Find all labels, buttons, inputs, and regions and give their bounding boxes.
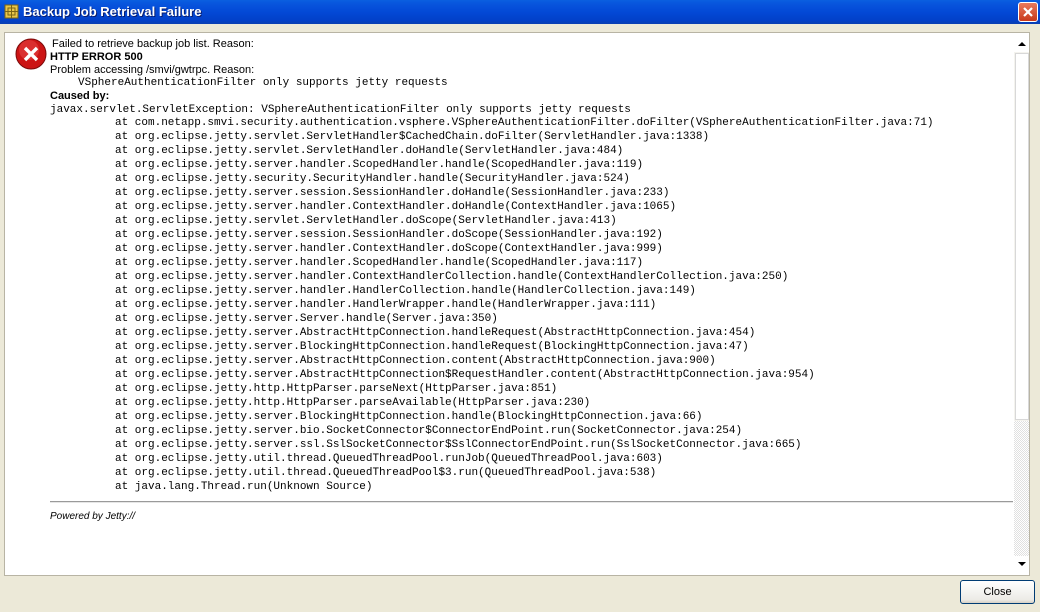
stack-trace-line: at org.eclipse.jetty.server.handler.Hand… [115,285,696,297]
close-button[interactable]: Close [960,580,1035,604]
stack-trace-line: at org.eclipse.jetty.server.handler.Cont… [115,201,677,213]
vertical-scrollbar[interactable] [1014,36,1029,572]
stack-trace-line: at org.eclipse.jetty.util.thread.QueuedT… [115,453,663,465]
vm-icon [4,4,19,19]
stack-trace-line: at org.eclipse.jetty.servlet.ServletHand… [115,131,710,143]
scroll-up-button[interactable] [1014,36,1029,52]
stack-trace-line: at org.eclipse.jetty.server.bio.SocketCo… [115,425,743,437]
stack-trace-line: at org.eclipse.jetty.http.HttpParser.par… [115,397,591,409]
exception-text: javax.servlet.ServletException: VSphereA… [50,104,631,116]
stack-trace-line: at org.eclipse.jetty.server.AbstractHttp… [115,327,756,339]
powered-by-footer: Powered by Jetty:// [50,511,136,522]
stack-trace-line: at org.eclipse.jetty.server.BlockingHttp… [115,341,749,353]
stack-trace-line: at org.eclipse.jetty.servlet.ServletHand… [115,145,624,157]
window-title: Backup Job Retrieval Failure [23,4,202,19]
arrow-down-icon [1018,562,1026,566]
stack-trace-line: at org.eclipse.jetty.http.HttpParser.par… [115,383,558,395]
dialog-window: Backup Job Retrieval Failure Failed to r… [0,0,1040,612]
stack-trace-line: at org.eclipse.jetty.server.handler.Cont… [115,271,789,283]
problem-accessing-text: Problem accessing /smvi/gwtrpc. Reason: [50,64,255,76]
stack-trace-line: at org.eclipse.jetty.server.Server.handl… [115,313,498,325]
close-icon [1023,7,1033,17]
stack-trace-line: at org.eclipse.jetty.server.handler.Scop… [115,159,644,171]
stack-trace-line: at java.lang.Thread.run(Unknown Source) [115,481,373,493]
stack-trace-line: at org.eclipse.jetty.util.thread.QueuedT… [115,467,657,479]
title-close-button[interactable] [1018,2,1038,22]
arrow-up-icon [1018,42,1026,46]
stack-trace-line: at org.eclipse.jetty.server.session.Sess… [115,229,663,241]
http-error-heading: HTTP ERROR 500 [50,51,143,63]
stack-trace-line: at org.eclipse.jetty.server.session.Sess… [115,187,670,199]
scroll-track[interactable] [1014,421,1029,556]
stack-trace-line: at org.eclipse.jetty.server.handler.Scop… [115,257,644,269]
title-bar[interactable]: Backup Job Retrieval Failure [0,0,1040,24]
reason-text: VSphereAuthenticationFilter only support… [78,77,448,89]
scroll-down-button[interactable] [1014,556,1029,572]
stack-trace-line: at org.eclipse.jetty.server.BlockingHttp… [115,411,703,423]
error-message: Failed to retrieve backup job list. Reas… [52,38,254,50]
scroll-thumb[interactable] [1015,53,1029,420]
message-panel[interactable]: Failed to retrieve backup job list. Reas… [4,32,1030,576]
stack-trace-line: at org.eclipse.jetty.server.AbstractHttp… [115,355,716,367]
caused-by-label: Caused by: [50,90,110,102]
error-x-icon [15,38,47,70]
divider [50,501,1013,503]
stack-trace-line: at com.netapp.smvi.security.authenticati… [115,117,934,129]
stack-trace-line: at org.eclipse.jetty.server.handler.Hand… [115,299,657,311]
stack-trace-line: at org.eclipse.jetty.server.handler.Cont… [115,243,663,255]
stack-trace-line: at org.eclipse.jetty.server.ssl.SslSocke… [115,439,802,451]
stack-trace-line: at org.eclipse.jetty.security.SecurityHa… [115,173,630,185]
stack-trace-line: at org.eclipse.jetty.servlet.ServletHand… [115,215,617,227]
stack-trace-line: at org.eclipse.jetty.server.AbstractHttp… [115,369,815,381]
